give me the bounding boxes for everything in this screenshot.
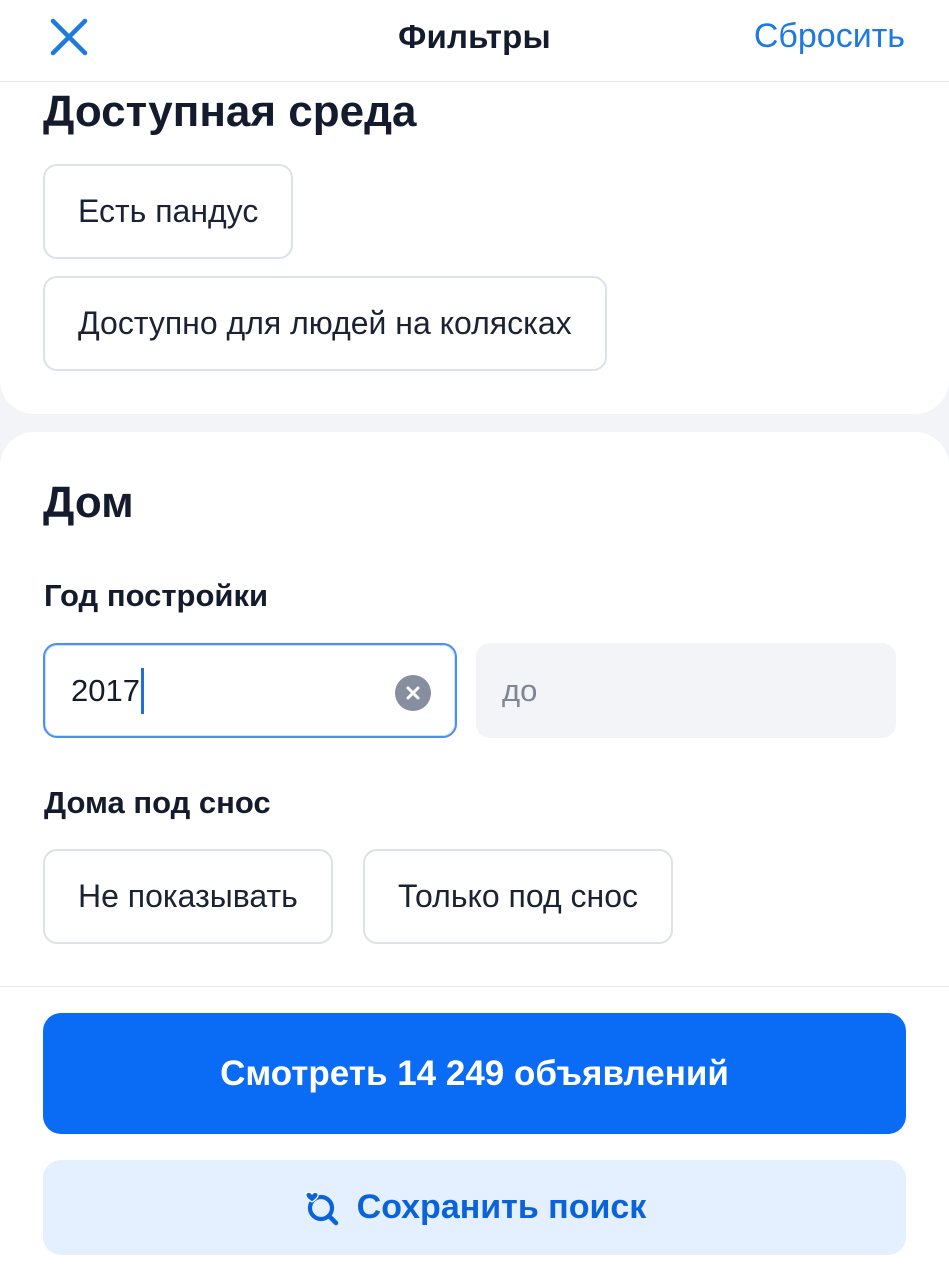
chip-ramp[interactable]: Есть пандус (43, 164, 294, 259)
filters-screen: Фильтры Сбросить Доступная среда Есть па… (0, 0, 949, 1280)
save-search-label: Сохранить поиск (356, 1188, 647, 1226)
chip-do-not-show[interactable]: Не показывать (43, 849, 333, 944)
clear-year-button[interactable] (395, 675, 431, 711)
accessibility-section: Доступная среда Есть пандус Доступно для… (0, 82, 949, 414)
section-title-accessibility: Доступная среда (43, 87, 417, 136)
chip-only-demolition[interactable]: Только под снос (363, 849, 673, 944)
year-to-placeholder: до (502, 672, 538, 708)
chip-wheelchair-accessible[interactable]: Доступно для людей на колясках (43, 276, 607, 371)
section-title-house: Дом (43, 478, 134, 527)
year-built-label: Год постройки (44, 578, 269, 613)
year-from-value: 2017 (71, 672, 140, 708)
save-search-icon (303, 1189, 341, 1227)
reset-button[interactable]: Сбросить (754, 17, 905, 56)
demolition-label: Дома под снос (44, 785, 271, 820)
show-results-button[interactable]: Смотреть 14 249 объявлений (43, 1013, 906, 1134)
clear-icon (406, 686, 420, 700)
year-to-input[interactable]: до (476, 643, 896, 738)
text-caret (140, 667, 144, 714)
house-section: Дом Год постройки 2017 до Дома под снос … (0, 432, 949, 988)
year-from-input[interactable]: 2017 (43, 643, 457, 738)
bottom-actions: Смотреть 14 249 объявлений Сохранить пои… (0, 986, 949, 1280)
header-bar: Фильтры Сбросить (0, 0, 949, 82)
save-search-button[interactable]: Сохранить поиск (43, 1160, 906, 1255)
